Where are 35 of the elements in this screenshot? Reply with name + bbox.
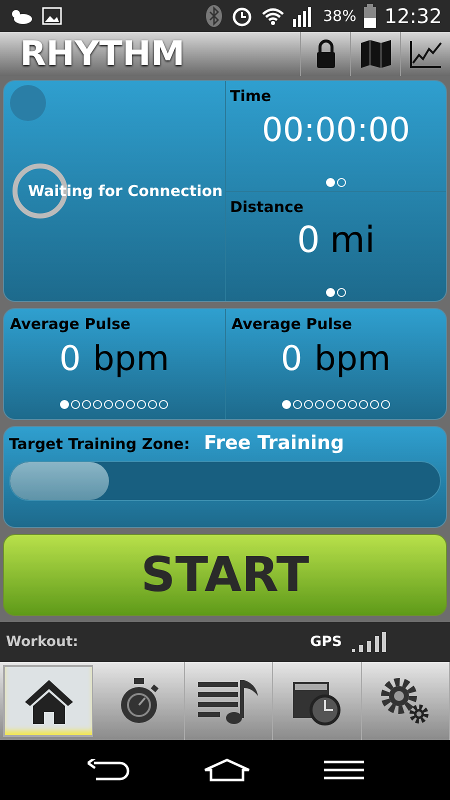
signal-icon: [352, 631, 386, 653]
pulse-label: Average Pulse: [232, 314, 354, 335]
app-title: RHYTHM: [19, 33, 186, 76]
alarm-icon: [231, 5, 254, 27]
menu-icon[interactable]: [324, 760, 364, 780]
pulse-value: 0: [280, 338, 302, 380]
zone-slider[interactable]: [9, 460, 441, 500]
start-button[interactable]: START: [3, 534, 447, 616]
status-indicator: [10, 85, 46, 121]
distance-unit: mi: [330, 219, 375, 263]
time-label: Time: [230, 86, 272, 107]
pulse-unit: bpm: [92, 338, 170, 380]
lock-icon: [316, 39, 336, 69]
zone-value: Free Training: [204, 431, 344, 456]
pulse-label: Average Pulse: [10, 314, 132, 335]
line-chart-icon: [408, 39, 442, 69]
battery-icon: [364, 4, 376, 28]
settings-icon: [379, 676, 432, 726]
back-icon[interactable]: [86, 759, 130, 781]
zone-label: Target Training Zone:: [9, 434, 190, 455]
battery-percent: 38%: [323, 6, 356, 27]
gps-label: GPS: [310, 632, 342, 652]
pulse-value: 0: [59, 338, 81, 380]
distance-value: 0: [297, 219, 320, 263]
distance-label: Distance: [230, 196, 305, 218]
clock-time: 12:32: [384, 3, 442, 30]
workout-label: Workout:: [6, 632, 80, 652]
bluetooth-icon: [205, 4, 224, 28]
image-icon: [42, 7, 62, 25]
tab[interactable]: [3, 665, 94, 737]
home-icon[interactable]: [202, 758, 251, 782]
time-value: 00:00:00: [260, 108, 412, 150]
map-icon: [360, 39, 392, 69]
pulse-unit: bpm: [314, 338, 391, 380]
wifi-icon: [261, 6, 286, 26]
